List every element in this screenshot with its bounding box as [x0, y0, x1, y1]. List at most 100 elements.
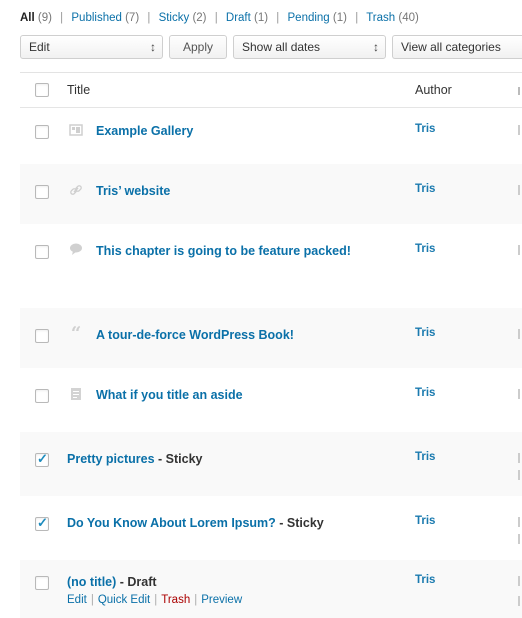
- post-title-link[interactable]: This chapter is going to be feature pack…: [96, 242, 366, 260]
- column-edge: [518, 87, 520, 95]
- post-author-link[interactable]: Tris: [415, 574, 435, 586]
- preview-link[interactable]: Preview: [201, 594, 242, 606]
- post-state: - Sticky: [154, 452, 203, 466]
- table-row: Example Gallery Tris: [20, 108, 522, 164]
- action-separator: |: [90, 594, 94, 606]
- column-edge: [518, 389, 520, 399]
- chat-icon: [68, 242, 84, 258]
- column-edge: [518, 245, 520, 255]
- column-edge: [518, 453, 520, 463]
- filter-trash-count: (40): [398, 12, 419, 24]
- link-icon: [68, 183, 84, 199]
- posts-table: Title Author Example Gallery Tris Tris’ …: [20, 72, 522, 618]
- row-checkbox[interactable]: [35, 245, 49, 259]
- categories-filter-select[interactable]: View all categories: [392, 35, 522, 59]
- column-edge: [518, 125, 520, 135]
- select-all-checkbox[interactable]: [35, 83, 49, 97]
- dates-filter-value: Show all dates: [242, 40, 321, 54]
- post-author-link[interactable]: Tris: [415, 387, 435, 399]
- filter-separator: |: [355, 12, 359, 24]
- post-author-link[interactable]: Tris: [415, 123, 435, 135]
- status-filters: All (9) | Published (7) | Sticky (2) | D…: [20, 12, 419, 24]
- filter-all-count: (9): [37, 12, 52, 24]
- filter-separator: |: [276, 12, 280, 24]
- action-separator: |: [154, 594, 158, 606]
- table-header: Title Author: [20, 73, 522, 108]
- trash-link[interactable]: Trash: [161, 594, 190, 606]
- column-edge: [518, 517, 520, 527]
- filter-draft-count: (1): [254, 12, 269, 24]
- column-edge: [518, 576, 520, 586]
- table-row: What if you title an aside Tris: [20, 368, 522, 432]
- filter-sticky-count: (2): [192, 12, 207, 24]
- column-edge: [518, 534, 520, 544]
- row-checkbox[interactable]: ✓: [35, 515, 49, 531]
- post-author-link[interactable]: Tris: [415, 243, 435, 255]
- table-row: Tris’ website Tris: [20, 164, 522, 224]
- column-edge: [518, 185, 520, 195]
- filter-separator: |: [214, 12, 218, 24]
- column-author-header: Author: [415, 83, 452, 97]
- post-title-link[interactable]: Tris’ website: [96, 182, 170, 200]
- row-checkbox[interactable]: ✓: [35, 451, 49, 467]
- post-title-link[interactable]: Pretty pictures - Sticky: [67, 450, 202, 468]
- table-row: ✓ Do You Know About Lorem Ipsum? - Stick…: [20, 496, 522, 560]
- quote-icon: “: [70, 323, 82, 344]
- checkmark-icon: ✓: [37, 451, 48, 466]
- row-checkbox[interactable]: [35, 125, 49, 139]
- filter-published[interactable]: Published: [71, 12, 122, 24]
- filter-sticky[interactable]: Sticky: [159, 12, 190, 24]
- post-title-text: This chapter is going to be feature pack…: [96, 244, 351, 258]
- post-title-link[interactable]: A tour-de-force WordPress Book!: [96, 326, 294, 344]
- row-checkbox[interactable]: [35, 576, 49, 590]
- post-author-link[interactable]: Tris: [415, 515, 435, 527]
- row-checkbox[interactable]: [35, 329, 49, 343]
- column-title-header[interactable]: Title: [67, 83, 90, 97]
- table-row: “ A tour-de-force WordPress Book! Tris: [20, 308, 522, 368]
- row-actions: Edit | Quick Edit | Trash | Preview: [67, 594, 242, 606]
- post-title-link[interactable]: Example Gallery: [96, 122, 193, 140]
- post-author-link[interactable]: Tris: [415, 183, 435, 195]
- bulk-actions-value: Edit: [29, 40, 50, 54]
- filter-pending[interactable]: Pending: [288, 12, 330, 24]
- action-separator: |: [194, 594, 198, 606]
- table-row: (no title) - Draft Tris Edit | Quick Edit |…: [20, 560, 522, 618]
- table-row: ✓ Pretty pictures - Sticky Tris: [20, 432, 522, 496]
- select-arrows-icon: ↕: [373, 40, 379, 54]
- gallery-icon: [68, 123, 84, 139]
- apply-button-label: Apply: [182, 40, 214, 54]
- bulk-actions-select[interactable]: Edit ↕: [20, 35, 163, 59]
- filter-pending-count: (1): [332, 12, 347, 24]
- post-author-link[interactable]: Tris: [415, 451, 435, 463]
- column-edge: [518, 596, 520, 606]
- column-edge: [518, 470, 520, 480]
- categories-filter-value: View all categories: [401, 40, 501, 54]
- row-checkbox[interactable]: [35, 389, 49, 403]
- column-edge: [518, 329, 520, 339]
- post-title-link[interactable]: What if you title an aside: [96, 386, 243, 404]
- filter-trash[interactable]: Trash: [366, 12, 395, 24]
- post-title-text: Do You Know About Lorem Ipsum?: [67, 516, 276, 530]
- filter-all[interactable]: All: [20, 12, 35, 24]
- post-state: - Draft: [116, 575, 157, 589]
- edit-link[interactable]: Edit: [67, 594, 87, 606]
- dates-filter-select[interactable]: Show all dates ↕: [233, 35, 386, 59]
- filter-draft[interactable]: Draft: [226, 12, 251, 24]
- filter-published-count: (7): [125, 12, 140, 24]
- filter-separator: |: [60, 12, 64, 24]
- post-title-link[interactable]: Do You Know About Lorem Ipsum? - Sticky: [67, 514, 324, 532]
- post-title-text: Pretty pictures: [67, 452, 155, 466]
- post-author-link[interactable]: Tris: [415, 327, 435, 339]
- post-title-link[interactable]: (no title) - Draft: [67, 573, 157, 591]
- posts-list-screen: All (9) | Published (7) | Sticky (2) | D…: [0, 0, 522, 618]
- select-arrows-icon: ↕: [150, 40, 156, 54]
- checkmark-icon: ✓: [37, 515, 48, 530]
- post-title-text: (no title): [67, 575, 117, 589]
- table-row: This chapter is going to be feature pack…: [20, 224, 522, 308]
- post-state: - Sticky: [275, 516, 324, 530]
- quick-edit-link[interactable]: Quick Edit: [98, 594, 150, 606]
- tablenav: Edit ↕ Apply Show all dates ↕ View all c…: [20, 35, 522, 65]
- aside-icon: [68, 387, 84, 403]
- apply-button[interactable]: Apply: [169, 35, 227, 59]
- row-checkbox[interactable]: [35, 185, 49, 199]
